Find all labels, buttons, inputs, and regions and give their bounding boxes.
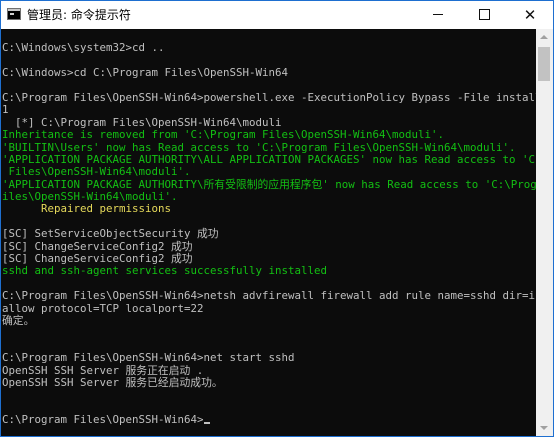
scroll-down-arrow-icon[interactable] bbox=[540, 426, 548, 430]
maximize-icon bbox=[478, 9, 490, 20]
console-line-text: [SC] SetServiceObjectSecurity 成功 bbox=[2, 227, 219, 241]
command-prompt-window: 管理员: 命令提示符 ✕ C:\Windows\system32>cd .. C:… bbox=[0, 0, 554, 437]
console-line-text: 'BUILTIN\Users' now has Read access to '… bbox=[2, 140, 516, 154]
console-line-text: allow protocol=TCP localport=22 bbox=[2, 301, 204, 315]
console-text: C:\Windows\system32>cd .. C:\Windows>cd C… bbox=[2, 30, 536, 427]
console-line-text: 'APPLICATION PACKAGE AUTHORITY\所有受限制的应用程… bbox=[2, 177, 536, 191]
console-line: Repaired permissions bbox=[2, 203, 536, 215]
vertical-scrollbar[interactable] bbox=[536, 29, 553, 436]
console-line: sshd and ssh-agent services successfully… bbox=[2, 265, 536, 277]
console-line-text: 1 bbox=[2, 103, 9, 117]
console-line: C:\Windows>cd C:\Program Files\OpenSSH-W… bbox=[2, 66, 536, 80]
minimize-button[interactable] bbox=[415, 1, 461, 29]
console-line-text: C:\Program Files\OpenSSH-Win64>powershel… bbox=[2, 90, 536, 104]
console-line: C:\Windows\system32>cd .. bbox=[2, 42, 536, 54]
console-line-text: C:\Windows>cd C:\Program Files\OpenSSH-W… bbox=[2, 66, 289, 80]
close-button[interactable]: ✕ bbox=[507, 1, 553, 29]
console-output[interactable]: C:\Windows\system32>cd .. C:\Windows>cd C… bbox=[1, 29, 536, 436]
console-line-text: 'APPLICATION PACKAGE AUTHORITY\ALL APPLI… bbox=[2, 152, 536, 166]
console-line-text: [SC] ChangeServiceConfig2 成功 bbox=[2, 239, 193, 253]
console-line-text: Repaired permissions bbox=[2, 202, 172, 216]
window-title: 管理员: 命令提示符 bbox=[27, 8, 131, 22]
console-line-text: C:\Windows\system32>cd .. bbox=[2, 41, 165, 55]
title-bar[interactable]: 管理员: 命令提示符 ✕ bbox=[1, 1, 553, 29]
console-line: C:\Program Files\OpenSSH-Win64>powershel… bbox=[2, 90, 536, 104]
close-icon: ✕ bbox=[523, 6, 537, 24]
scrollbar-thumb[interactable] bbox=[538, 47, 550, 81]
console-line: allow protocol=TCP localport=22 bbox=[2, 301, 536, 315]
console-line: 确定。 bbox=[2, 313, 536, 327]
console-line-text: Inheritance is removed from 'C:\Program … bbox=[2, 128, 445, 142]
maximize-button[interactable] bbox=[461, 1, 507, 29]
console-line-text: [*] C:\Program Files\OpenSSH-Win64\modul… bbox=[2, 115, 282, 129]
scroll-up-arrow-icon[interactable] bbox=[540, 35, 548, 39]
console-line-text: C:\Program Files\OpenSSH-Win64> bbox=[2, 413, 204, 427]
cmd-icon[interactable] bbox=[7, 8, 21, 20]
text-cursor bbox=[203, 422, 210, 425]
console-line-text: iles\OpenSSH-Win64\moduli'. bbox=[2, 190, 178, 204]
console-line-text: Files\OpenSSH-Win64\moduli'. bbox=[2, 165, 191, 179]
minimize-icon bbox=[433, 14, 443, 15]
console-line-text: C:\Program Files\OpenSSH-Win64>netsh adv… bbox=[2, 289, 536, 303]
console-line-text: C:\Program Files\OpenSSH-Win64>net start… bbox=[2, 351, 295, 365]
console-line: OpenSSH SSH Server 服务已经启动成功。 bbox=[2, 375, 536, 389]
console-line-text: [SC] ChangeServiceConfig2 成功 bbox=[2, 252, 193, 266]
console-line-text: OpenSSH SSH Server 服务已经启动成功。 bbox=[2, 375, 223, 389]
console-line-text: 确定。 bbox=[2, 313, 35, 327]
console-line: C:\Program Files\OpenSSH-Win64> bbox=[2, 413, 536, 427]
console-line-text: sshd and ssh-agent services successfully… bbox=[2, 264, 328, 278]
console-line-text: OpenSSH SSH Server 服务正在启动 . bbox=[2, 363, 204, 377]
